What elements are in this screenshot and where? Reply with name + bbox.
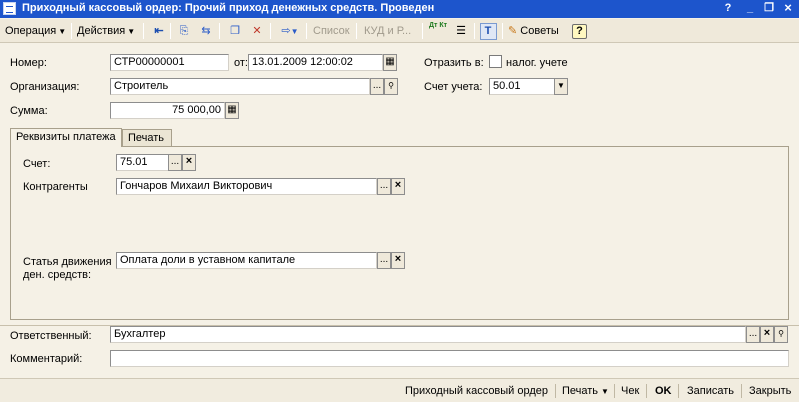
payment-account-label: Счет: [23,158,51,170]
print-menu-button[interactable]: Печать ▼ [562,383,609,399]
chevron-down-icon: ▼ [557,81,565,90]
contractor-label: Контрагенты [23,181,88,193]
copy-doc-icon[interactable]: ❐ [226,22,244,40]
calculator-icon: ▦ [227,104,237,115]
account-field[interactable]: 50.01 [489,78,555,95]
cashflow-label-line2: ден. средств: [23,269,92,281]
sum-field[interactable]: 75 000,00 [110,102,225,119]
help-icon: ? [572,24,587,39]
document-window-icon [3,2,16,15]
document-window: Приходный кассовый ордер: Прочий приход … [0,0,799,402]
responsible-select-button[interactable]: ... [746,326,760,343]
cashflow-select-button[interactable]: ... [377,252,391,269]
actions-menu[interactable]: Действия ▼ [75,22,137,40]
delete-doc-icon[interactable]: ✕ [248,22,266,40]
actions-menu-label: Действия [77,25,126,37]
advice-icon: ✎ [508,25,518,37]
print-menu-label: Печать [562,385,599,397]
help-title-button[interactable]: ? [720,2,736,15]
restore-button[interactable]: ❐ [761,2,777,15]
date-field[interactable]: 13.01.2009 12:00:02 [248,54,383,71]
contractor-field[interactable]: Гончаров Михаил Викторович [116,178,377,195]
create-based-icon[interactable]: ⇨▼ [276,22,304,40]
advice-label: Советы [520,25,559,37]
responsible-field[interactable]: Бухгалтер [110,326,746,343]
cashflow-field[interactable]: Оплата доли в уставном капитале [116,252,377,269]
save-button[interactable]: Записать [687,383,734,399]
search-icon: ⚲ [778,329,784,338]
date-label: от: [234,57,248,69]
cashflow-label-line1: Статья движения [23,256,112,268]
search-icon: ⚲ [388,81,394,90]
calendar-button[interactable]: ▦ [383,54,397,71]
contractor-clear-button[interactable]: × [391,178,405,195]
close-button[interactable]: Закрыть [749,383,791,399]
payment-account-field[interactable]: 75.01 [116,154,169,171]
reflect-label: Отразить в: [424,57,484,69]
kud-button[interactable]: КУД и Р... [364,22,411,40]
comment-field[interactable] [110,350,789,367]
ok-button[interactable]: OK [655,383,672,399]
chevron-down-icon: ▼ [601,387,609,396]
dtkt-icon[interactable]: Дт Кт [429,22,447,40]
journal-icon[interactable]: ☰ [452,22,470,40]
number-label: Номер: [10,57,47,69]
sum-label: Сумма: [10,105,48,117]
close-icon: × [394,179,402,191]
operation-menu[interactable]: Операция ▼ [3,22,68,40]
refresh-doc-icon[interactable]: ⎘ [175,22,193,40]
toolbar: Операция ▼ Действия ▼ ⇤ ⎘ ⇆ ❐ ✕ ⇨▼ Список … [0,19,799,43]
organization-field[interactable]: Строитель [110,78,370,95]
chevron-down-icon: ▼ [127,27,136,36]
organization-select-button[interactable]: ... [370,78,384,95]
bottom-command-bar: Приходный кассовый ордер Печать ▼ Чек OK … [0,378,799,402]
title-bar: Приходный кассовый ордер: Прочий приход … [0,0,799,18]
contractor-select-button[interactable]: ... [377,178,391,195]
responsible-clear-button[interactable]: × [760,326,774,343]
swap-doc-icon[interactable]: ⇆ [197,22,215,40]
responsible-open-button[interactable]: ⚲ [774,326,788,343]
responsible-label: Ответственный: [10,330,92,342]
organization-open-button[interactable]: ⚲ [384,78,398,95]
comment-label: Комментарий: [10,353,83,365]
organization-label: Организация: [10,81,80,93]
close-icon: × [763,327,771,339]
check-button[interactable]: Чек [621,383,639,399]
tab-print[interactable]: Печать [122,129,172,147]
cash-order-print-button[interactable]: Приходный кассовый ордер [405,383,548,399]
payment-account-select-button[interactable]: ... [168,154,182,171]
close-icon: × [394,253,402,265]
cashflow-clear-button[interactable]: × [391,252,405,269]
advice-button[interactable]: ✎ Советы [508,22,559,40]
calculator-button[interactable]: ▦ [225,102,239,119]
help-button[interactable]: ? [572,22,587,40]
close-icon: × [185,155,193,167]
account-label: Счет учета: [424,81,483,93]
tax-accounting-checkbox[interactable] [489,55,502,68]
calendar-icon: ▦ [385,56,395,67]
tab-payment-details[interactable]: Реквизиты платежа [10,128,122,147]
close-window-button[interactable]: × [780,1,796,15]
minimize-button[interactable]: _ [742,2,758,15]
account-dropdown-button[interactable]: ▼ [554,78,568,95]
enter-arrow-icon[interactable]: ⇤ [150,22,168,40]
operation-menu-label: Операция [5,25,57,37]
tax-accounting-label: налог. учете [506,57,568,69]
structure-icon[interactable]: T [479,22,497,40]
payment-details-panel: Счет: 75.01 ... × Контрагенты Гончаров М… [10,146,789,320]
list-button[interactable]: Список [313,22,350,40]
number-field[interactable]: СТР00000001 [110,54,229,71]
chevron-down-icon: ▼ [58,27,67,36]
payment-account-clear-button[interactable]: × [182,154,196,171]
window-title: Приходный кассовый ордер: Прочий приход … [22,2,435,14]
